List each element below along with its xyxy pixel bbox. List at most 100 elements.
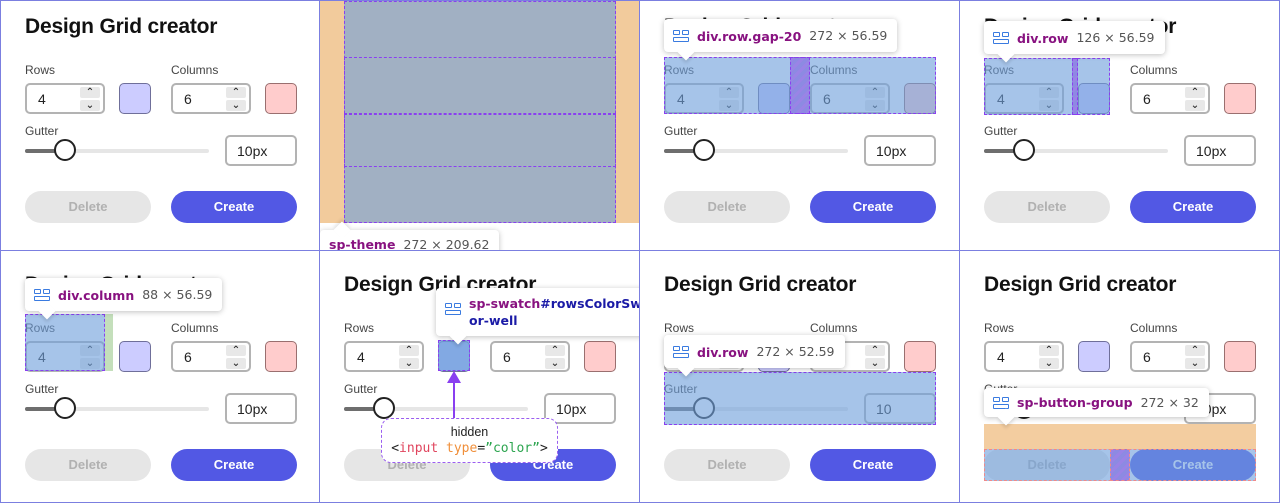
columns-value[interactable]: 6 <box>184 349 192 365</box>
chevron-down-icon[interactable]: ⌄ <box>1039 358 1059 369</box>
chevron-down-icon[interactable]: ⌄ <box>865 358 885 369</box>
gutter-field[interactable]: 10px <box>864 135 936 166</box>
delete-button[interactable]: Delete <box>664 449 790 481</box>
delete-button[interactable]: Delete <box>25 449 151 481</box>
chevron-up-icon[interactable]: ⌃ <box>545 345 565 356</box>
gutter-slider-track[interactable] <box>25 149 209 153</box>
tooltip-class: .row.gap-20 <box>717 29 802 44</box>
inspector-tooltip: div.row 126 × 56.59 <box>984 21 1165 54</box>
chevron-down-icon[interactable]: ⌄ <box>226 358 246 369</box>
rows-color-swatch[interactable] <box>119 341 151 372</box>
gutter-label: Gutter <box>984 124 1018 138</box>
chevron-up-icon[interactable]: ⌃ <box>80 87 100 98</box>
create-button[interactable]: Create <box>171 449 297 481</box>
rows-stepper[interactable]: 4 ⌃ ⌄ <box>344 341 424 372</box>
create-button[interactable]: Create <box>810 449 936 481</box>
rows-label: Rows <box>25 63 56 77</box>
rows-value[interactable]: 4 <box>357 349 365 365</box>
inspector-tooltip: div.row 272 × 52.59 <box>664 335 845 368</box>
columns-color-swatch[interactable] <box>904 341 936 372</box>
chevron-up-icon[interactable]: ⌃ <box>865 345 885 356</box>
tooltip-dims: 272 × 32 <box>1140 395 1199 410</box>
delete-button[interactable]: Delete <box>984 191 1110 223</box>
chevron-up-icon[interactable]: ⌃ <box>1185 87 1205 98</box>
inspector-tooltip: div.column 88 × 56.59 <box>25 278 223 311</box>
columns-label: Columns <box>1130 321 1178 335</box>
hidden-input-note: hidden <input type=”color”> <box>381 418 558 463</box>
columns-stepper[interactable]: 6 ⌃ ⌄ <box>171 341 251 372</box>
create-button[interactable]: Create <box>171 191 297 223</box>
inspector-tooltip: sp-button-group 272 × 32 <box>984 388 1209 417</box>
columns-stepper[interactable]: 6 ⌃ ⌄ <box>1130 341 1210 372</box>
inspector-screenshot-grid: Design Grid creator Rows Columns 4 ⌃ ⌄ 6… <box>0 0 1280 503</box>
page-title: Design Grid creator <box>25 15 218 38</box>
chevron-up-icon[interactable]: ⌃ <box>1185 345 1205 356</box>
panel-gutter-row: Design Grid creator Rows Columns 4 ⌃ ⌄ 6… <box>640 251 960 503</box>
rows-label: Rows <box>984 321 1015 335</box>
gutter-slider-thumb[interactable] <box>54 139 77 161</box>
columns-color-swatch[interactable] <box>265 83 297 114</box>
chevron-down-icon[interactable]: ⌄ <box>1185 100 1205 111</box>
gutter-slider-thumb[interactable] <box>693 139 716 161</box>
columns-label: Columns <box>171 63 219 77</box>
columns-value[interactable]: 6 <box>1143 91 1151 107</box>
columns-value[interactable]: 6 <box>184 91 192 107</box>
gutter-slider-track[interactable] <box>984 149 1168 153</box>
rows-stepper[interactable]: 4 ⌃ ⌄ <box>984 341 1064 372</box>
gutter-field[interactable]: 10px <box>544 393 616 424</box>
chevron-down-icon[interactable]: ⌄ <box>399 358 419 369</box>
gutter-slider-track[interactable] <box>25 407 209 411</box>
delete-button[interactable]: Delete <box>664 191 790 223</box>
columns-stepper[interactable]: 6 ⌃ ⌄ <box>490 341 570 372</box>
rows-color-swatch[interactable] <box>119 83 151 114</box>
grid-layout-icon <box>673 29 689 42</box>
rows-stepper[interactable]: 4 ⌃ ⌄ <box>25 83 105 114</box>
gutter-field[interactable]: 10px <box>225 393 297 424</box>
rows-color-swatch[interactable] <box>1078 341 1110 372</box>
columns-color-swatch[interactable] <box>265 341 297 372</box>
gutter-slider-track[interactable] <box>344 407 528 411</box>
tooltip-class: .row <box>717 345 749 360</box>
rows-value[interactable]: 4 <box>38 91 46 107</box>
rows-value[interactable]: 4 <box>997 349 1005 365</box>
create-button[interactable]: Create <box>1130 191 1256 223</box>
chevron-down-icon[interactable]: ⌄ <box>80 100 100 111</box>
panel-row-rows: Design Grid creator Rows Columns 4 ⌃ ⌄ 6… <box>960 0 1280 251</box>
chevron-down-icon[interactable]: ⌄ <box>1185 358 1205 369</box>
tooltip-class: .column <box>78 288 135 303</box>
tooltip-dims: 272 × 209.62 <box>403 237 490 251</box>
gutter-field[interactable]: 10px <box>225 135 297 166</box>
gutter-slider-thumb[interactable] <box>373 397 396 419</box>
chevron-down-icon[interactable]: ⌄ <box>226 100 246 111</box>
gutter-slider-track[interactable] <box>664 149 848 153</box>
chevron-up-icon[interactable]: ⌃ <box>226 87 246 98</box>
columns-stepper[interactable]: 6 ⌃ ⌄ <box>171 83 251 114</box>
chevron-up-icon[interactable]: ⌃ <box>226 345 246 356</box>
gutter-slider-thumb[interactable] <box>1013 139 1036 161</box>
columns-label: Columns <box>1130 63 1178 77</box>
grid-layout-icon <box>673 345 689 358</box>
chevron-down-icon[interactable]: ⌄ <box>545 358 565 369</box>
page-title: Design Grid creator <box>984 273 1177 296</box>
columns-color-swatch[interactable] <box>1224 83 1256 114</box>
gutter-field[interactable]: 10px <box>1184 135 1256 166</box>
chevron-up-icon[interactable]: ⌃ <box>1039 345 1059 356</box>
tooltip-tag: sp-theme <box>329 237 396 251</box>
gutter-label: Gutter <box>25 382 59 396</box>
columns-stepper[interactable]: 6 ⌃ ⌄ <box>1130 83 1210 114</box>
create-button[interactable]: Create <box>810 191 936 223</box>
chevron-up-icon[interactable]: ⌃ <box>399 345 419 356</box>
columns-value[interactable]: 6 <box>503 349 511 365</box>
columns-value[interactable]: 6 <box>1143 349 1151 365</box>
gutter-slider-thumb[interactable] <box>54 397 77 419</box>
tooltip-dims: 272 × 56.59 <box>809 28 888 43</box>
delete-button[interactable]: Delete <box>25 191 151 223</box>
panel-column: Design Grid creator Rows Columns 4 ⌃ ⌄ 6… <box>0 251 320 503</box>
tooltip-dims: 88 × 56.59 <box>142 287 213 302</box>
page-title: Design Grid creator <box>664 273 857 296</box>
columns-color-swatch[interactable] <box>584 341 616 372</box>
columns-color-swatch[interactable] <box>1224 341 1256 372</box>
panel-button-group: Design Grid creator Rows Columns 4 ⌃ ⌄ 6… <box>960 251 1280 503</box>
gutter-label: Gutter <box>344 382 378 396</box>
panel-row-gap: Design Grid creator Rows Columns 4 ⌃ ⌄ 6… <box>640 0 960 251</box>
